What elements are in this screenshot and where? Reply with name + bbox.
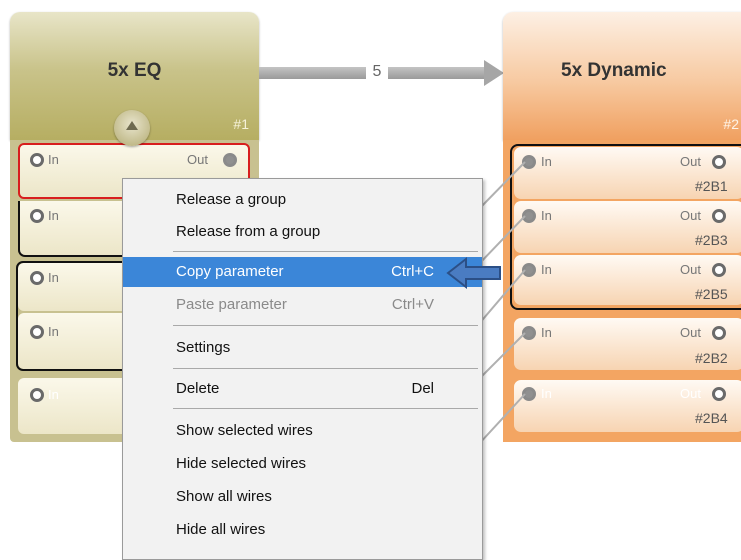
menu-item-label: Release a group [176, 191, 287, 208]
signal-wire [477, 332, 526, 381]
menu-separator [173, 251, 478, 252]
menu-item-label: Settings [176, 339, 231, 356]
menu-item-copy-parameter[interactable]: Copy parameter Ctrl+C [123, 257, 482, 287]
menu-item-hide-all-wires[interactable]: Hide all wires [123, 515, 482, 545]
menu-item-label: Hide selected wires [176, 455, 307, 472]
blue-left-arrow-icon [446, 256, 501, 290]
menu-item-settings[interactable]: Settings [123, 333, 482, 363]
menu-item-release-group[interactable]: Release a group [123, 185, 482, 215]
menu-item-label: Show selected wires [176, 422, 313, 439]
menu-item-label: Release from a group [176, 223, 321, 240]
menu-item-delete[interactable]: Delete Del [123, 374, 482, 404]
menu-item-shortcut: Del [411, 380, 434, 397]
signal-wire [477, 393, 526, 446]
signal-wire [477, 161, 526, 211]
context-menu: Release a group Release from a group Cop… [122, 178, 483, 560]
menu-separator [173, 368, 478, 369]
menu-item-label: Delete [176, 380, 220, 397]
menu-item-paste-parameter[interactable]: Paste parameter Ctrl+V [123, 290, 482, 320]
menu-item-shortcut: Ctrl+V [391, 296, 434, 313]
menu-separator [173, 408, 478, 409]
menu-item-hide-selected-wires[interactable]: Hide selected wires [123, 449, 482, 479]
menu-item-shortcut: Ctrl+C [391, 263, 434, 280]
menu-separator [173, 325, 478, 326]
menu-item-release-from-group[interactable]: Release from a group [123, 217, 482, 247]
menu-item-label: Hide all wires [176, 521, 266, 538]
menu-item-label: Show all wires [176, 488, 272, 505]
menu-item-label: Copy parameter [176, 263, 284, 280]
menu-item-label: Paste parameter [176, 296, 287, 313]
menu-item-show-all-wires[interactable]: Show all wires [123, 482, 482, 512]
menu-item-show-selected-wires[interactable]: Show selected wires [123, 416, 482, 446]
